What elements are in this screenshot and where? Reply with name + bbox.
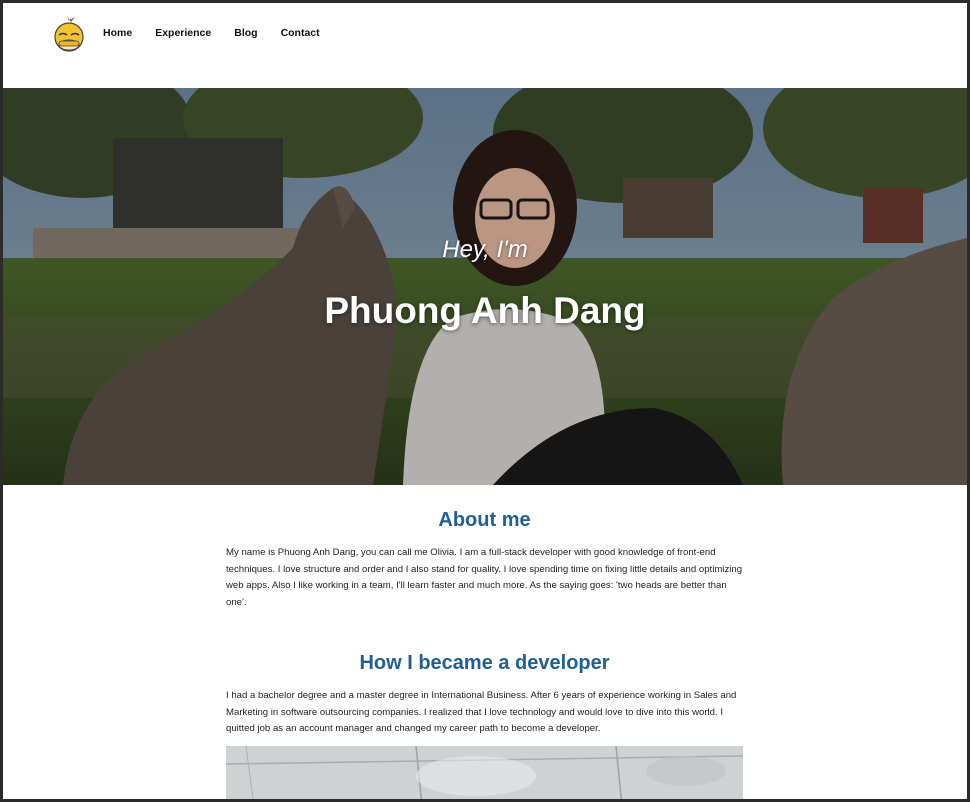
about-title: About me xyxy=(438,509,531,531)
nav-blog-link[interactable]: Blog xyxy=(234,27,257,39)
hero-name: Phuong Anh Dang xyxy=(324,290,646,331)
about-text: My name is Phuong Anh Dang, you can call… xyxy=(226,547,743,608)
nav-experience-link[interactable]: Experience xyxy=(155,27,211,39)
site-header: Home Experience Blog Contact xyxy=(3,3,967,88)
duck-logo-icon[interactable] xyxy=(51,12,87,54)
main-nav: Home Experience Blog Contact xyxy=(103,27,343,39)
hero-photo xyxy=(3,88,967,485)
hero-banner: Hey, I'm Phuong Anh Dang xyxy=(3,88,967,485)
developer-text: I had a bachelor degree and a master deg… xyxy=(226,690,737,734)
hero-greeting: Hey, I'm xyxy=(442,236,528,263)
nav-home-link[interactable]: Home xyxy=(103,27,132,39)
developer-title: How I became a developer xyxy=(359,652,610,674)
browser-page: Home Experience Blog Contact Hey, I'm Ph… xyxy=(3,3,967,799)
developer-photo xyxy=(226,746,743,799)
nav-contact-link[interactable]: Contact xyxy=(281,27,320,39)
